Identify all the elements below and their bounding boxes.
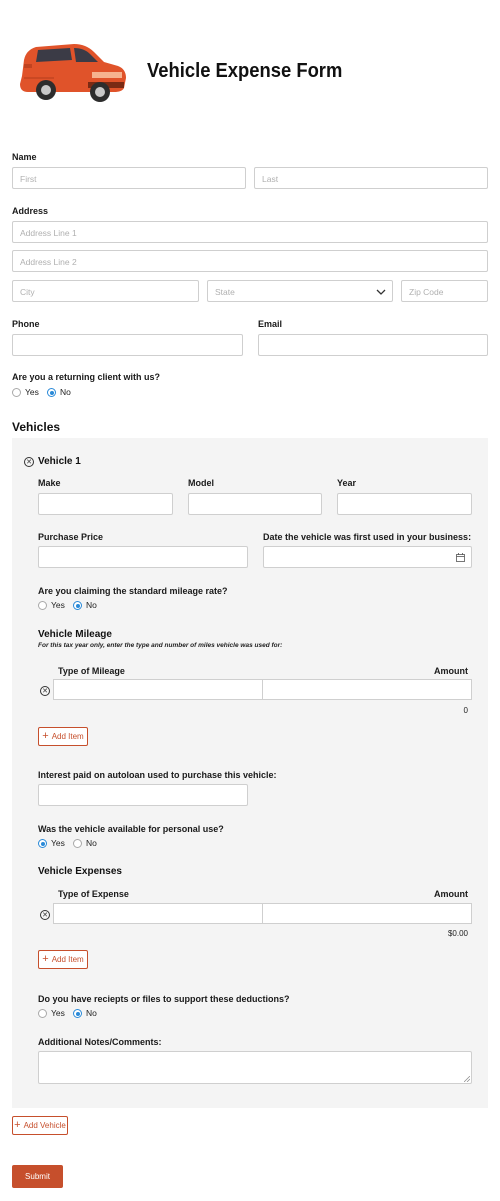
first-name-input[interactable]: First <box>12 167 246 189</box>
interest-label: Interest paid on autoloan used to purcha… <box>38 770 277 780</box>
vehicle-expenses-title: Vehicle Expenses <box>38 866 122 877</box>
receipts-question: Do you have reciepts or files to support… <box>38 994 290 1004</box>
personal-yes-label: Yes <box>51 838 65 848</box>
address-line2-placeholder: Address Line 2 <box>20 257 77 267</box>
year-label: Year <box>337 478 357 488</box>
add-mileage-item-button[interactable]: + Add Item <box>38 727 88 746</box>
zip-input[interactable]: Zip Code <box>401 280 488 302</box>
vehicle-panel: ✕ Vehicle 1 Make Model Year Purchase Pri… <box>12 438 488 1108</box>
plus-icon: + <box>42 730 49 742</box>
receipts-no-radio[interactable] <box>73 1009 82 1018</box>
mileage-amount-input[interactable] <box>262 679 472 700</box>
vehicles-title: Vehicles <box>12 420 61 434</box>
expense-total: $0.00 <box>447 929 468 938</box>
email-input[interactable] <box>258 334 488 356</box>
city-placeholder: City <box>20 287 35 297</box>
add-vehicle-button[interactable]: + Add Vehicle <box>12 1116 68 1135</box>
last-name-input[interactable]: Last <box>254 167 488 189</box>
submit-button[interactable]: Submit <box>12 1165 63 1188</box>
submit-label: Submit <box>25 1172 50 1181</box>
vehicle-title: Vehicle 1 <box>38 456 81 467</box>
date-first-used-label: Date the vehicle was first used in your … <box>263 532 472 542</box>
expense-type-header: Type of Expense <box>58 889 129 899</box>
date-first-used-input[interactable] <box>263 546 472 568</box>
phone-input[interactable] <box>12 334 243 356</box>
personal-yes-radio[interactable] <box>38 839 47 848</box>
vehicle-mileage-title: Vehicle Mileage <box>38 629 112 640</box>
standard-no-radio[interactable] <box>73 601 82 610</box>
resize-handle-icon[interactable] <box>464 1076 470 1082</box>
receipts-yes-label: Yes <box>51 1008 65 1018</box>
add-mileage-item-label: Add Item <box>51 732 84 741</box>
add-vehicle-label: Add Vehicle <box>23 1121 66 1130</box>
standard-mileage-question: Are you claiming the standard mileage ra… <box>38 586 228 596</box>
expense-type-input[interactable] <box>53 903 263 924</box>
purchase-price-label: Purchase Price <box>38 532 104 542</box>
interest-input[interactable] <box>38 784 248 806</box>
make-input[interactable] <box>38 493 173 515</box>
notes-label: Additional Notes/Comments: <box>38 1037 162 1047</box>
remove-expense-row-icon[interactable]: ✕ <box>40 910 50 920</box>
address-line2-input[interactable]: Address Line 2 <box>12 250 488 272</box>
model-input[interactable] <box>188 493 322 515</box>
standard-no-label: No <box>86 600 97 610</box>
address-line1-input[interactable]: Address Line 1 <box>12 221 488 243</box>
plus-icon: + <box>14 1119 21 1131</box>
returning-yes-radio[interactable] <box>12 388 21 397</box>
returning-no-radio[interactable] <box>47 388 56 397</box>
year-input[interactable] <box>337 493 472 515</box>
mileage-total: 0 <box>463 706 468 715</box>
header-car-image <box>14 38 128 104</box>
expense-amount-header: Amount <box>434 889 468 899</box>
remove-mileage-row-icon[interactable]: ✕ <box>40 686 50 696</box>
mileage-amount-header: Amount <box>434 666 468 676</box>
first-name-placeholder: First <box>20 174 37 184</box>
expense-amount-input[interactable] <box>262 903 472 924</box>
chevron-down-icon <box>376 289 386 295</box>
model-label: Model <box>188 478 214 488</box>
receipts-no-label: No <box>86 1008 97 1018</box>
page-title: Vehicle Expense Form <box>147 60 343 82</box>
plus-icon: + <box>42 953 49 965</box>
purchase-price-input[interactable] <box>38 546 248 568</box>
remove-vehicle-icon[interactable]: ✕ <box>24 457 34 467</box>
state-placeholder: State <box>215 287 235 297</box>
standard-yes-radio[interactable] <box>38 601 47 610</box>
returning-no-label: No <box>60 387 71 397</box>
standard-yes-label: Yes <box>51 600 65 610</box>
returning-question: Are you a returning client with us? <box>12 372 161 382</box>
add-expense-item-label: Add Item <box>51 955 84 964</box>
mileage-type-input[interactable] <box>53 679 263 700</box>
address-label: Address <box>12 206 49 216</box>
personal-no-label: No <box>86 838 97 848</box>
address-line1-placeholder: Address Line 1 <box>20 228 77 238</box>
state-select[interactable]: State <box>207 280 393 302</box>
calendar-icon[interactable] <box>456 553 465 562</box>
city-input[interactable]: City <box>12 280 199 302</box>
receipts-yes-radio[interactable] <box>38 1009 47 1018</box>
phone-label: Phone <box>12 319 40 329</box>
make-label: Make <box>38 478 61 488</box>
car-icon <box>20 44 126 102</box>
last-name-placeholder: Last <box>262 174 279 184</box>
personal-no-radio[interactable] <box>73 839 82 848</box>
returning-yes-label: Yes <box>25 387 39 397</box>
name-label: Name <box>12 152 37 162</box>
mileage-type-header: Type of Mileage <box>58 666 125 676</box>
personal-use-question: Was the vehicle available for personal u… <box>38 824 224 834</box>
add-expense-item-button[interactable]: + Add Item <box>38 950 88 969</box>
vehicle-mileage-note: For this tax year only, enter the type a… <box>38 642 283 649</box>
notes-textarea[interactable] <box>38 1051 472 1084</box>
email-label: Email <box>258 319 283 329</box>
zip-placeholder: Zip Code <box>409 287 444 297</box>
